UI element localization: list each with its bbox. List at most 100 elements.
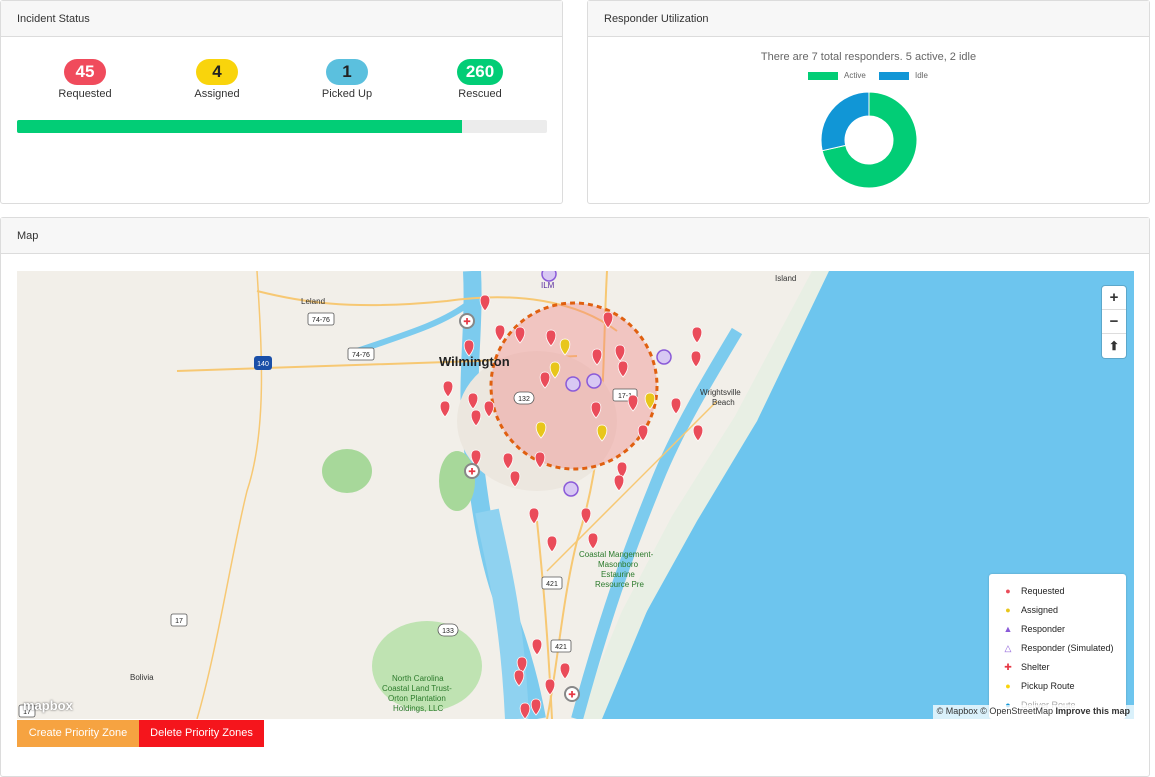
- pickup-route-dot: ●: [1005, 681, 1011, 692]
- legend-responder-simulated-label: Responder (Simulated): [1021, 643, 1114, 653]
- stat-rescued: 260 Rescued: [430, 59, 530, 100]
- requested-marker[interactable]: [479, 294, 491, 312]
- assigned-pin-icon: ●: [1005, 605, 1011, 616]
- requested-label: Requested: [58, 88, 112, 100]
- requested-marker[interactable]: [691, 326, 703, 344]
- requested-marker[interactable]: [442, 380, 454, 398]
- map-title: Map: [1, 218, 1149, 254]
- river-lower: [475, 508, 529, 719]
- road-shield: 132: [513, 391, 535, 405]
- legend-assigned-label: Assigned: [1021, 605, 1059, 615]
- attribution-osm[interactable]: © OpenStreetMap: [980, 706, 1053, 716]
- requested-marker[interactable]: [587, 532, 599, 550]
- legend-active[interactable]: Active: [808, 71, 866, 83]
- road-shield: 17: [170, 613, 188, 627]
- map-canvas[interactable]: Wilmington Leland Wrightsville Beach Bol…: [17, 271, 1134, 719]
- park-area: [322, 449, 372, 493]
- incident-status-panel: Incident Status 45 Requested 4 Assigned …: [0, 0, 563, 204]
- label-leland: Leland: [301, 297, 325, 306]
- shelter-cross-icon: ✚: [468, 468, 476, 478]
- label-wilmington: Wilmington: [439, 354, 510, 369]
- responder-summary: There are 7 total responders. 5 active, …: [760, 51, 977, 63]
- road-shield: 140: [254, 356, 272, 370]
- requested-marker[interactable]: [531, 638, 543, 656]
- utilization-legend: Active Idle: [808, 71, 1008, 83]
- assigned-label: Assigned: [194, 88, 240, 100]
- shield-label: 132: [518, 396, 530, 403]
- responder-utilization-panel: Responder Utilization There are 7 total …: [587, 0, 1150, 204]
- improve-map-link[interactable]: Improve this map: [1055, 706, 1130, 716]
- legend-shelter-label: Shelter: [1021, 662, 1050, 672]
- stat-assigned: 4 Assigned: [167, 59, 267, 100]
- road-shield: 74-76: [347, 347, 375, 361]
- responder-marker[interactable]: [541, 271, 557, 282]
- requested-marker[interactable]: [690, 350, 702, 368]
- requested-marker[interactable]: [439, 400, 451, 418]
- legend-shelter: ✚ Shelter: [999, 658, 1126, 677]
- stat-picked-up: 1 Picked Up: [297, 59, 397, 100]
- shield-label: 74-76: [312, 317, 330, 324]
- picked-up-count-badge: 1: [326, 59, 368, 85]
- stat-requested: 45 Requested: [35, 59, 135, 100]
- mapbox-logo[interactable]: mapbox: [23, 698, 73, 713]
- requested-marker[interactable]: [546, 535, 558, 553]
- shield-label: 421: [555, 644, 567, 651]
- shield-label: 421: [546, 581, 558, 588]
- requested-pin-icon: ●: [1005, 586, 1011, 597]
- requested-marker[interactable]: [613, 474, 625, 492]
- reset-bearing-button[interactable]: ⬆: [1102, 334, 1126, 358]
- requested-marker[interactable]: [692, 424, 704, 442]
- label-nc-1: North Carolina: [392, 674, 444, 683]
- label-coastal-1: Coastal Mangement-: [579, 550, 654, 559]
- wetland-area: [439, 451, 475, 511]
- label-nc-3: Orton Plantation: [388, 694, 446, 703]
- label-wrightsville: Wrightsville: [700, 388, 741, 397]
- legend-responder-simulated: △ Responder (Simulated): [999, 639, 1126, 658]
- active-swatch: [808, 71, 838, 80]
- requested-marker[interactable]: [559, 662, 571, 680]
- label-coastal-2: Masonboro: [598, 560, 639, 569]
- responder-simulated-icon: △: [1004, 643, 1012, 654]
- responder-utilization-title: Responder Utilization: [588, 1, 1149, 37]
- picked-up-label: Picked Up: [321, 88, 373, 100]
- responder-icon: ▲: [1003, 624, 1013, 635]
- responder-marker[interactable]: [586, 373, 602, 389]
- legend-idle[interactable]: Idle: [879, 71, 928, 83]
- requested-marker[interactable]: [670, 397, 682, 415]
- legend-idle-label: Idle: [915, 71, 928, 80]
- responder-marker[interactable]: [565, 376, 581, 392]
- responder-marker[interactable]: [656, 349, 672, 365]
- legend-pickup-route: ● Pickup Route: [999, 677, 1126, 696]
- label-beach: Beach: [712, 398, 735, 407]
- shield-label: 17: [175, 618, 183, 625]
- label-nc-4: Holdings, LLC: [393, 704, 443, 713]
- legend-active-label: Active: [844, 71, 866, 80]
- incident-status-title: Incident Status: [1, 1, 562, 37]
- idle-swatch: [879, 71, 909, 80]
- delete-priority-zones-button[interactable]: Delete Priority Zones: [139, 720, 264, 747]
- shield-label: 140: [257, 361, 269, 368]
- zoom-out-button[interactable]: −: [1102, 310, 1126, 334]
- legend-responder-label: Responder: [1021, 624, 1066, 634]
- donut-slice-idle[interactable]: [820, 91, 870, 152]
- rescue-progress-bar: [17, 120, 547, 133]
- legend-pickup-route-label: Pickup Route: [1021, 681, 1075, 691]
- requested-marker[interactable]: [494, 324, 506, 342]
- requested-marker[interactable]: [544, 678, 556, 696]
- label-bolivia: Bolivia: [130, 673, 154, 682]
- road-shield: 74-76: [307, 312, 335, 326]
- responder-marker[interactable]: [563, 481, 579, 497]
- attribution-mapbox[interactable]: © Mapbox: [937, 706, 978, 716]
- rescued-count-badge: 260: [456, 59, 504, 85]
- requested-count-badge: 45: [64, 59, 106, 85]
- shield-label: 74-76: [352, 352, 370, 359]
- road-17-south: [196, 271, 263, 719]
- shelter-cross-icon: ✚: [463, 318, 471, 328]
- zoom-in-button[interactable]: +: [1102, 286, 1126, 310]
- label-coastal-4: Resource Pre: [595, 580, 644, 589]
- create-priority-zone-button[interactable]: Create Priority Zone: [17, 720, 139, 747]
- legend-requested: ● Requested: [999, 582, 1126, 601]
- label-island: Island: [775, 274, 796, 283]
- label-coastal-3: Estaurine: [601, 570, 635, 579]
- brunswick-river: [356, 298, 474, 354]
